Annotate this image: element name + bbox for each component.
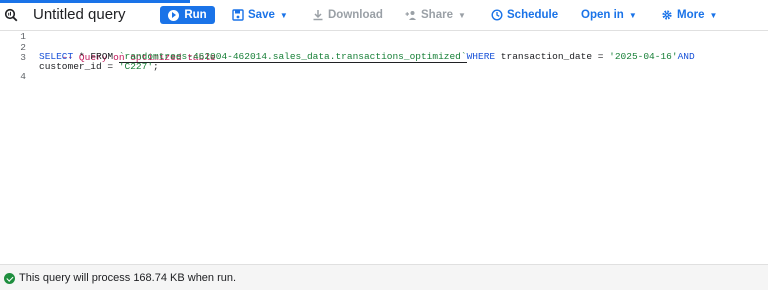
save-icon (232, 9, 244, 21)
query-tab-icon (4, 8, 18, 22)
gear-icon (662, 10, 672, 20)
download-label: Download (328, 9, 383, 21)
open-in-label: Open in (581, 9, 624, 21)
sql-editor[interactable]: 1 2 3 4 -- Query on optimized table SELE… (0, 31, 768, 263)
chevron-down-icon: ▼ (709, 10, 718, 20)
add-person-icon (405, 11, 416, 20)
sql-string-customer: 'C227' (118, 61, 154, 72)
chevron-down-icon: ▼ (628, 10, 637, 20)
save-button[interactable]: Save ▼ (232, 6, 288, 24)
schedule-label: Schedule (507, 9, 559, 21)
play-icon (168, 9, 180, 21)
line-number: 4 (20, 71, 26, 82)
schedule-button[interactable]: Schedule (491, 6, 558, 24)
query-validation-message: This query will process 168.74 KB when r… (19, 272, 237, 284)
line-number: 3 (20, 52, 26, 63)
active-tab-indicator (0, 0, 190, 3)
run-label: Run (184, 9, 207, 21)
clock-icon (491, 9, 503, 21)
more-label: More (677, 9, 705, 21)
save-label: Save (248, 9, 275, 21)
validator-status-bar: This query will process 168.74 KB when r… (0, 264, 768, 290)
share-label: Share (421, 9, 453, 21)
sql-keyword-and: AND (677, 51, 695, 62)
sql-text: ; (153, 61, 159, 72)
sql-keyword-where: WHERE (466, 51, 496, 62)
run-button[interactable]: Run (160, 6, 215, 24)
download-icon (313, 10, 323, 21)
code-line-3-wrap[interactable]: customer_id = 'C227'; (39, 61, 159, 72)
open-in-button[interactable]: Open in ▼ (581, 6, 637, 24)
chevron-down-icon: ▼ (279, 10, 288, 20)
sql-table-reference: `randomtrees-462004-462014.sales_data.tr… (118, 51, 467, 63)
check-circle-icon (4, 273, 15, 284)
download-button[interactable]: Download (312, 6, 383, 24)
sql-text: transaction_date = (495, 51, 610, 62)
line-number-gutter: 1 2 3 4 (0, 31, 32, 263)
sql-string-date: '2025-04-16' (609, 51, 678, 62)
more-button[interactable]: More ▼ (661, 6, 717, 24)
query-toolbar: Untitled query Run Save ▼ Download Share… (0, 0, 768, 31)
share-button[interactable]: Share ▼ (405, 6, 466, 24)
line-number: 1 (20, 31, 26, 42)
sql-text: customer_id = (39, 61, 119, 72)
query-title[interactable]: Untitled query (33, 6, 126, 23)
chevron-down-icon: ▼ (457, 10, 466, 20)
